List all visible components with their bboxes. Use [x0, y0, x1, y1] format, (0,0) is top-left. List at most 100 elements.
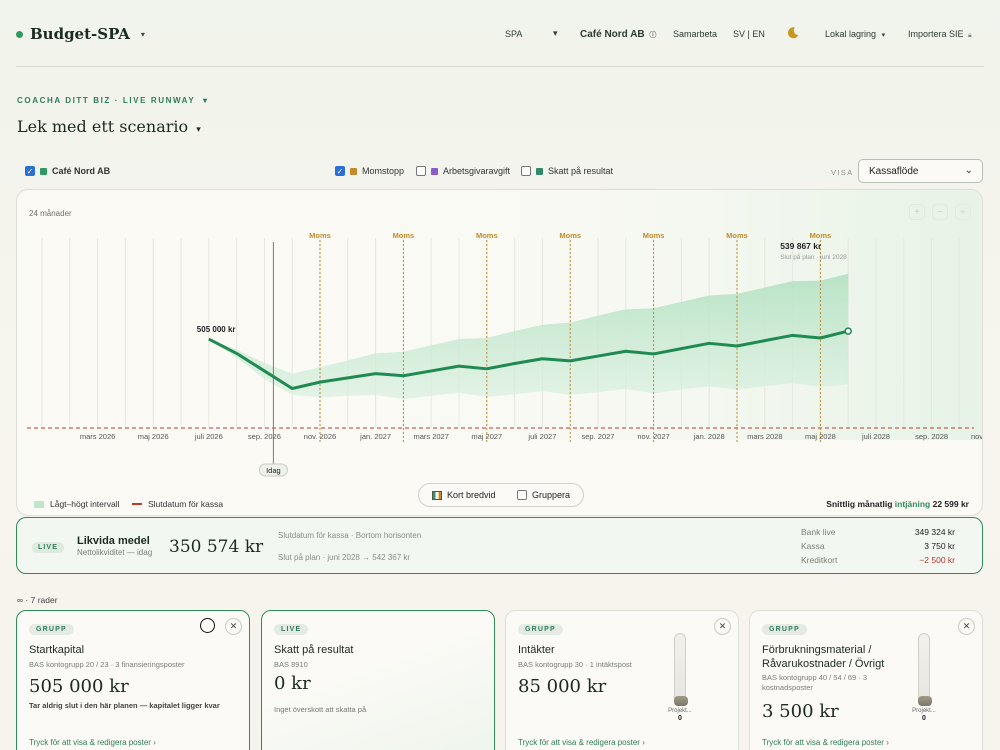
- projection-slider[interactable]: [918, 633, 932, 706]
- moon-icon[interactable]: [786, 26, 800, 42]
- card-subtitle: BAS kontogrupp 40 / 54 / 69 · 3 kostnads…: [762, 673, 868, 692]
- slider-handle[interactable]: [918, 696, 932, 706]
- swatch: [40, 167, 47, 175]
- card-forbrukning[interactable]: GRUPP ✕ Förbrukningsmaterial / Råvarukos…: [749, 610, 983, 750]
- brand-title: Budget-SPA: [30, 25, 130, 43]
- projection-label: Projekt...: [912, 708, 936, 714]
- card-skatt[interactable]: LIVE Skatt på resultat BAS 8910 0 kr Ing…: [261, 610, 495, 750]
- collaborate-button[interactable]: Samarbeta: [673, 29, 717, 39]
- group-badge: GRUPP: [518, 624, 563, 635]
- runway-chart[interactable]: Moms Moms Moms Moms Moms Moms Moms Idag 505 000 …: [17, 190, 983, 516]
- account-label: Kassa: [801, 541, 825, 551]
- mode-select[interactable]: SPA ▾: [505, 28, 558, 39]
- close-icon[interactable]: ✕: [714, 618, 731, 635]
- short-side-option[interactable]: Kort bredvid: [432, 490, 496, 500]
- x-tick-label: sep. 2027: [582, 432, 615, 441]
- cash-end-text: Slutdatum för kassa · Bortom horisonten: [278, 531, 422, 540]
- card-subtitle: BAS kontogrupp 30 · 1 intäktspost: [518, 660, 632, 669]
- card-intakter[interactable]: GRUPP ✕ Intäkter BAS kontogrupp 30 · 1 i…: [505, 610, 739, 750]
- legend-cash-end: Slutdatum för kassa: [132, 499, 223, 509]
- top-bar: Budget-SPA ▾ SPA ▾ Café Nord AB ⓘ Samarb…: [0, 0, 1000, 66]
- chevron-down-icon[interactable]: ▾: [203, 96, 209, 105]
- x-tick-label: maj 2026: [138, 432, 169, 441]
- slider-handle[interactable]: [674, 696, 688, 706]
- close-icon[interactable]: ✕: [225, 618, 242, 635]
- x-tick-label: jan. 2028: [693, 432, 725, 441]
- brand[interactable]: Budget-SPA ▾: [16, 25, 145, 43]
- live-badge: LIVE: [32, 542, 64, 553]
- range-swatch: [34, 500, 44, 508]
- toggle-company[interactable]: ✓ Café Nord AB: [25, 166, 110, 176]
- projection-value: 0: [678, 715, 682, 722]
- legend-range: Lågt–högt intervall: [34, 499, 119, 509]
- liquidity-title: Likvida medel: [77, 535, 150, 547]
- toggle-skatt[interactable]: Skatt på resultat: [521, 166, 613, 176]
- average-monthly-earning: Snittlig månatlig intjäning 22 599 kr: [826, 499, 969, 509]
- projection-label: Projekt...: [668, 708, 692, 714]
- edit-entries-link[interactable]: Tryck för att visa & redigera poster ›: [762, 738, 889, 747]
- page-title[interactable]: Lek med ett scenario ▾: [17, 117, 201, 136]
- card-value: 0 kr: [274, 673, 311, 694]
- card-startkapital[interactable]: GRUPP ✕ Startkapital BAS kontogrupp 20 /…: [16, 610, 250, 750]
- projection-value: 0: [922, 715, 926, 722]
- card-value: 505 000 kr: [29, 676, 129, 697]
- circle-icon[interactable]: [200, 618, 215, 633]
- vat-label: Moms: [309, 231, 331, 240]
- x-tick-label: mars 2028: [747, 432, 782, 441]
- card-description: Tar aldrig slut i den här planen — kapit…: [29, 701, 220, 710]
- import-sie-button[interactable]: Importera SIE 🔒︎: [908, 29, 972, 40]
- end-value-sublabel: Slut på plan · juni 2028: [780, 253, 847, 261]
- projection-slider[interactable]: [674, 633, 688, 706]
- account-value: 349 324 kr: [914, 527, 955, 537]
- liquidity-card[interactable]: LIVE Likvida medel Nettolikviditet — ida…: [16, 517, 983, 574]
- x-tick-label: juli 2026: [194, 432, 223, 441]
- company-select[interactable]: Café Nord AB ⓘ: [580, 29, 656, 40]
- card-value: 3 500 kr: [762, 701, 839, 722]
- chevron-down-icon[interactable]: ▾: [141, 30, 145, 39]
- today-label: Idag: [266, 466, 281, 475]
- end-value-label: 539 867 kr: [780, 241, 822, 251]
- card-title: Skatt på resultat: [274, 644, 354, 656]
- swatch: [536, 167, 543, 175]
- toggle-momstopp[interactable]: ✓ Momstopp: [335, 166, 404, 176]
- chevron-down-icon: ▾: [553, 28, 558, 38]
- language-toggle[interactable]: SV | EN: [733, 29, 765, 39]
- start-value-label: 505 000 kr: [197, 325, 236, 334]
- x-tick-label: maj 2028: [805, 432, 836, 441]
- plan-end-text: Slut på plan · juni 2028 → 542 367 kr: [278, 553, 411, 562]
- checkbox[interactable]: ✓: [25, 166, 35, 176]
- account-label: Kreditkort: [801, 555, 838, 565]
- group-badge: GRUPP: [762, 624, 807, 635]
- vat-label: Moms: [559, 231, 581, 240]
- x-tick-label: juli 2028: [861, 432, 890, 441]
- checkbox[interactable]: [517, 490, 527, 500]
- columns-icon: [432, 490, 442, 500]
- card-description: Inget överskott att skatta på: [274, 705, 367, 714]
- group-option[interactable]: Gruppera: [517, 490, 570, 500]
- x-tick-label: maj 2027: [471, 432, 502, 441]
- x-tick-label: nov. 2027: [637, 432, 669, 441]
- cash-end-swatch: [132, 503, 142, 505]
- swatch: [350, 167, 357, 175]
- swatch: [431, 167, 438, 175]
- account-value: 3 750 kr: [924, 541, 955, 551]
- chevron-down-icon: ⌄: [964, 165, 973, 176]
- toggle-arbetsgivaravgift[interactable]: Arbetsgivaravgift: [416, 166, 510, 176]
- x-tick-label: mars 2027: [413, 432, 448, 441]
- chevron-down-icon: ▾: [881, 32, 886, 39]
- edit-entries-link[interactable]: Tryck för att visa & redigera poster ›: [518, 738, 645, 747]
- checkbox[interactable]: ✓: [335, 166, 345, 176]
- checkbox[interactable]: [416, 166, 426, 176]
- x-tick-label: sep. 2026: [248, 432, 281, 441]
- card-title: Startkapital: [29, 644, 85, 656]
- lock-icon: 🔒︎: [968, 32, 972, 39]
- x-tick-label: jan. 2027: [359, 432, 391, 441]
- liquidity-value: 350 574 kr: [169, 537, 264, 557]
- close-icon[interactable]: ✕: [958, 618, 975, 635]
- storage-select[interactable]: Lokal lagring ▾: [825, 29, 885, 39]
- edit-entries-link[interactable]: Tryck för att visa & redigera poster ›: [29, 738, 156, 747]
- vat-label: Moms: [643, 231, 665, 240]
- x-tick-label: nov. 2028: [971, 432, 983, 441]
- view-select[interactable]: Kassaflöde ⌄: [858, 159, 983, 183]
- checkbox[interactable]: [521, 166, 531, 176]
